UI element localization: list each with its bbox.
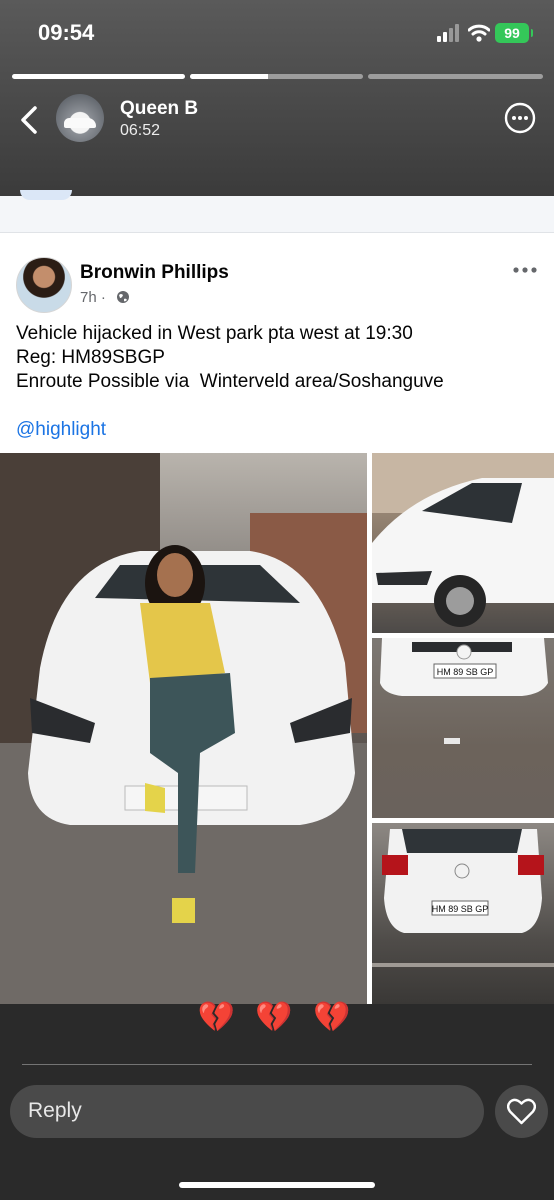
like-button[interactable]: [495, 1085, 548, 1138]
post-author[interactable]: Bronwin Phillips: [80, 262, 229, 284]
reply-placeholder: Reply: [28, 1099, 82, 1122]
back-icon[interactable]: [14, 102, 44, 138]
wifi-icon: [468, 24, 490, 42]
story-header: Queen B 06:52: [0, 88, 554, 152]
broken-heart-reactions: 💔 💔 💔: [197, 1001, 357, 1034]
post-age: 7h ·: [80, 289, 106, 306]
globe-icon: [117, 291, 129, 303]
status-time: 09:54: [38, 20, 95, 45]
post-text-line: Vehicle hijacked in West park pta west a…: [16, 323, 413, 344]
more-icon[interactable]: [504, 102, 536, 134]
highlight-mention[interactable]: @highlight: [16, 419, 106, 441]
poster-avatar[interactable]: [56, 94, 104, 142]
heart-icon: [507, 1098, 536, 1125]
rear-plate-text: HM 89 SB GP: [432, 904, 489, 914]
photo-car-front-angle[interactable]: [372, 453, 554, 633]
poster-name[interactable]: Queen B: [120, 98, 198, 120]
post-text-line: Enroute Possible via Winterveld area/Sos…: [16, 371, 444, 392]
shared-post-card[interactable]: Bronwin Phillips 7h · Vehicle hijacked i…: [0, 190, 554, 1004]
post-more-icon[interactable]: [512, 266, 538, 274]
story-progress-1: [12, 74, 185, 79]
photo-woman-on-car[interactable]: [0, 453, 367, 1004]
post-text-line: Reg: HM89SBGP: [16, 347, 165, 368]
post-text: Vehicle hijacked in West park pta west a…: [16, 322, 444, 394]
front-plate-text: HM 89 SB GP: [437, 667, 494, 677]
reply-input[interactable]: Reply: [10, 1085, 484, 1138]
card-top-strip: [0, 190, 554, 233]
divider: [22, 1064, 532, 1065]
posted-time: 06:52: [120, 122, 161, 139]
story-progress-fill: [190, 74, 268, 79]
story-progress-3: [368, 74, 543, 79]
story-progress-fill: [12, 74, 185, 79]
home-indicator: [179, 1182, 375, 1188]
story-progress-2: [190, 74, 363, 79]
signal-icon: [437, 24, 459, 42]
status-bar: 09:54 99: [0, 0, 554, 68]
photo-rear-number-plate[interactable]: HM 89 SB GP: [372, 823, 554, 1004]
battery-indicator: 99: [495, 23, 533, 43]
author-avatar[interactable]: [16, 257, 72, 313]
photo-front-number-plate[interactable]: HM 89 SB GP: [372, 638, 554, 818]
